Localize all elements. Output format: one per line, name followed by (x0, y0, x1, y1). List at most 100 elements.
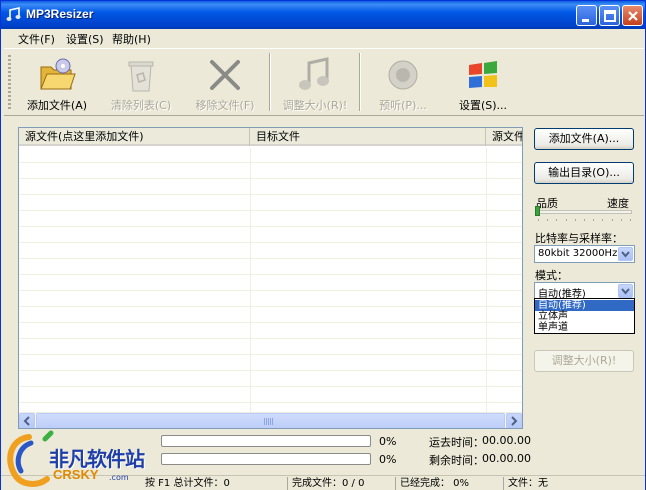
title-bar[interactable]: MP3Resizer (1, 1, 645, 29)
add-files-toolbar-button[interactable]: 添加文件(A) (14, 53, 100, 113)
clear-list-toolbar-button[interactable]: 清除列表(C) (98, 53, 184, 113)
mode-option-auto[interactable]: 自动(推荐) (535, 300, 634, 311)
preview-toolbar-button[interactable]: 预听(P)... (360, 53, 446, 113)
music-note-icon (299, 57, 329, 90)
mode-dropdown-button[interactable] (618, 284, 633, 298)
table-row (19, 340, 522, 355)
add-files-button[interactable]: 添加文件(A)... (534, 128, 634, 150)
scroll-thumb[interactable] (36, 413, 505, 428)
table-row (19, 212, 522, 227)
quality-speed-slider-thumb[interactable] (535, 206, 540, 216)
file-list[interactable]: 源文件(点这里添加文件) 目标文件 源文件 (18, 127, 523, 429)
resize-button[interactable]: 调整大小(R)! (534, 350, 634, 372)
progress-2-percent: 0% (379, 453, 397, 466)
close-button[interactable] (622, 5, 643, 26)
settings-toolbar-button[interactable]: 设置(S)... (440, 53, 526, 113)
progress-1-percent: 0% (379, 435, 397, 448)
remove-x-icon (210, 60, 240, 90)
menu-file[interactable]: 文件(F) (18, 31, 55, 47)
resize-toolbar-button[interactable]: 调整大小(R)! (272, 53, 358, 113)
slider-tick (574, 219, 576, 221)
menu-bar: 文件(F) 设置(S) 帮助(H) (4, 29, 644, 47)
watermark-logo: 非凡软件站 CRSKY .com (1, 429, 161, 490)
table-row (19, 292, 522, 307)
column-target-file[interactable]: 目标文件 (250, 128, 486, 146)
slider-tick (565, 219, 567, 221)
scroll-right-button[interactable] (506, 413, 522, 428)
remaining-time-value: 00.00.00 (482, 452, 531, 465)
table-row (19, 308, 522, 323)
watermark-sub: CRSKY (53, 467, 99, 482)
status-file: 文件：无 (503, 477, 548, 490)
file-list-header: 源文件(点这里添加文件) 目标文件 源文件 (19, 128, 522, 146)
remove-files-toolbar-label: 移除文件(F) (195, 99, 255, 112)
column-source-file-2[interactable]: 源文件 (486, 128, 522, 146)
window-title: MP3Resizer (26, 7, 94, 21)
mode-dropdown-list: 自动(推荐) 立体声 单声道 (534, 298, 635, 334)
horizontal-scrollbar[interactable] (19, 412, 522, 428)
remaining-time-label: 剩余时间： (429, 454, 484, 467)
app-window: MP3Resizer 文件(F) 设置(S) 帮助(H) 添加文件(A) 清除列… (0, 0, 646, 490)
elapsed-time-label: 运去时间： (429, 436, 484, 449)
minimize-icon (582, 19, 589, 22)
chevron-down-icon (621, 251, 630, 258)
scroll-grip (264, 418, 274, 425)
mode-label: 模式： (535, 269, 568, 282)
slider-tick (602, 219, 604, 221)
output-directory-button[interactable]: 输出目录(O)... (534, 162, 634, 184)
resize-toolbar-label: 调整大小(R)! (282, 99, 348, 112)
elapsed-time-value: 00.00.00 (482, 434, 531, 447)
menu-help[interactable]: 帮助(H) (112, 31, 151, 47)
table-row (19, 276, 522, 291)
chevron-right-icon (511, 416, 518, 426)
speaker-icon (388, 60, 418, 90)
slider-tick (547, 219, 549, 221)
watermark-url: .com (109, 473, 129, 482)
minimize-button[interactable] (576, 5, 597, 26)
slider-tick (538, 219, 539, 221)
close-icon (628, 11, 638, 21)
table-row (19, 324, 522, 339)
chevron-down-icon (621, 288, 630, 295)
bitrate-select[interactable]: 80kbit 32000Hz (534, 245, 635, 263)
table-row (19, 148, 522, 163)
table-row (19, 356, 522, 371)
scroll-left-button[interactable] (19, 413, 35, 428)
maximize-icon (604, 10, 616, 22)
bitrate-value: 80kbit 32000Hz (538, 248, 618, 259)
settings-toolbar-label: 设置(S)... (458, 99, 508, 112)
slider-tick (593, 219, 595, 221)
preview-toolbar-label: 预听(P)... (379, 99, 427, 112)
settings-windows-icon (469, 61, 497, 88)
column-source-file[interactable]: 源文件(点这里添加文件) (19, 128, 250, 146)
slider-tick (584, 219, 585, 221)
mode-option-stereo[interactable]: 立体声 (535, 311, 634, 322)
status-completed: 已经完成： 0% (395, 477, 469, 490)
add-files-toolbar-label: 添加文件(A) (26, 99, 88, 112)
table-row (19, 260, 522, 275)
mode-option-mono[interactable]: 单声道 (535, 322, 634, 333)
speed-label: 速度 (607, 197, 629, 210)
bitrate-dropdown-button[interactable] (618, 247, 633, 261)
slider-tick (620, 219, 622, 221)
menu-settings[interactable]: 设置(S) (66, 31, 104, 47)
remove-files-toolbar-button[interactable]: 移除文件(F) (182, 53, 268, 113)
recycle-bin-icon (128, 61, 154, 92)
table-row (19, 180, 522, 195)
toolbar: 添加文件(A) 清除列表(C) 移除文件(F) 调整大小(R)! 预听(P)..… (4, 48, 644, 116)
progress-bar-1 (161, 435, 371, 447)
slider-tick (611, 219, 613, 221)
maximize-button[interactable] (599, 5, 620, 26)
quality-speed-slider-track[interactable] (536, 210, 632, 214)
table-row (19, 244, 522, 259)
clear-list-toolbar-label: 清除列表(C) (110, 99, 172, 112)
bitrate-label: 比特率与采样率： (535, 232, 623, 245)
table-row (19, 164, 522, 179)
app-music-icon (6, 7, 21, 21)
open-folder-music-icon (40, 58, 76, 90)
column-divider (486, 148, 487, 412)
table-row (19, 388, 522, 403)
toolbar-grip[interactable] (8, 55, 11, 111)
table-row (19, 228, 522, 243)
table-row (19, 196, 522, 211)
